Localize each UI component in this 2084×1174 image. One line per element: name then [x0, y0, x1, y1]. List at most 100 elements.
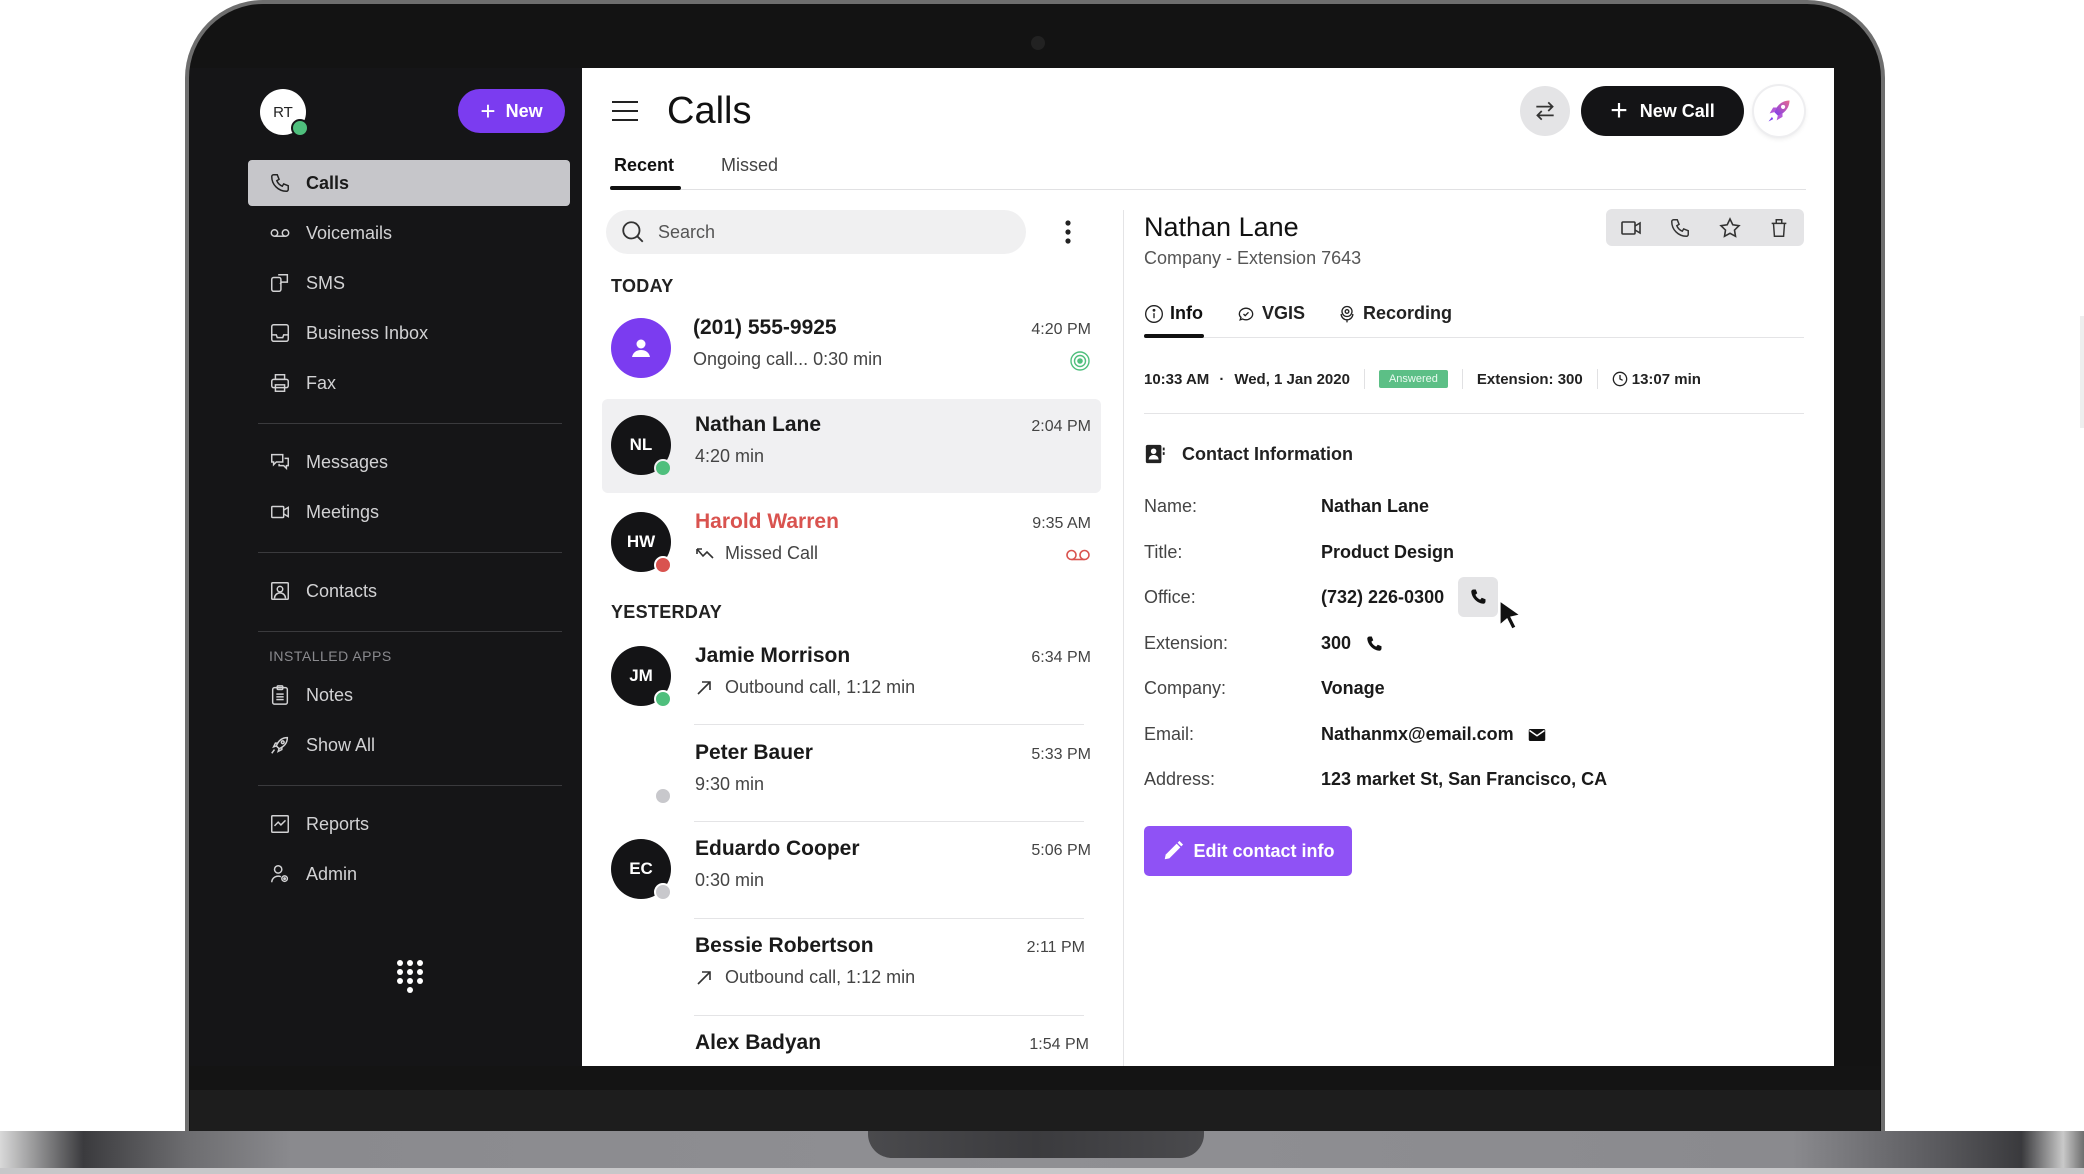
call-time: 2:11 PM [1026, 939, 1085, 956]
sidebar-item-sms[interactable]: SMS [248, 260, 570, 306]
call-list-item[interactable]: Bessie Robertson Outbound call, 1:12 min… [602, 920, 1101, 1014]
sidebar-item-admin[interactable]: Admin [248, 851, 570, 897]
caller-name: Nathan Lane [695, 413, 822, 436]
person-icon [632, 339, 650, 357]
sms-icon [268, 271, 292, 295]
user-avatar[interactable]: RT [260, 89, 309, 137]
call-list-item[interactable]: EC Eduardo Cooper 0:30 min 5:06 PM [602, 823, 1101, 917]
sidebar-item-show-all[interactable]: Show All [248, 722, 570, 768]
sidebar-item-voicemails[interactable]: Voicemails [248, 210, 570, 256]
sidebar-item-reports[interactable]: Reports [248, 801, 570, 847]
call-list-item[interactable]: JM Jamie Morrison Outbound call, 1:12 mi… [602, 630, 1101, 724]
sidebar-item-fax[interactable]: Fax [248, 360, 570, 406]
call-subtitle: 0:30 min [695, 870, 764, 891]
sidebar-item-label: Messages [306, 451, 389, 472]
status-dot-online [654, 459, 672, 477]
detail-tab-vgis[interactable]: VGIS [1236, 303, 1305, 324]
video-icon [268, 500, 292, 524]
call-time: 9:35 AM [1032, 515, 1091, 532]
sidebar-item-notes[interactable]: Notes [248, 672, 570, 718]
sidebar-item-label: Calls [306, 172, 350, 193]
page-scrollbar[interactable] [2080, 316, 2084, 428]
detail-tab-info[interactable]: Info [1144, 303, 1203, 324]
installed-apps-heading: INSTALLED APPS [269, 648, 392, 664]
phone-icon[interactable] [1365, 635, 1383, 653]
search-input[interactable] [656, 220, 1000, 244]
field-value-title: Product Design [1321, 542, 1454, 563]
sidebar-item-label: Voicemails [306, 222, 393, 243]
section-label-today: TODAY [611, 276, 674, 296]
meta-divider [1363, 369, 1365, 389]
tab-recent[interactable]: Recent [614, 155, 674, 176]
meta-divider-line [1144, 413, 1804, 414]
star-icon [1719, 216, 1741, 238]
swap-arrows-icon [1536, 101, 1554, 121]
phone-icon [1671, 218, 1690, 237]
call-subtitle: Outbound call, 1:12 min [695, 677, 915, 698]
call-time: 6:34 PM [1031, 649, 1091, 666]
tabs-divider [610, 189, 1806, 190]
call-list-item[interactable]: Peter Bauer 9:30 min 5:33 PM [602, 727, 1101, 821]
favorite-button[interactable] [1717, 215, 1743, 241]
call-list-item[interactable]: (201) 555-9925 Ongoing call... 0:30 min … [602, 302, 1101, 396]
trash-icon [1771, 218, 1787, 237]
call-office-button[interactable] [1458, 577, 1499, 617]
call-time: 5:33 PM [1031, 746, 1091, 763]
dialpad-icon[interactable] [396, 959, 424, 993]
meta-divider [1596, 369, 1598, 389]
new-call-button[interactable]: + New Call [1581, 86, 1744, 136]
phone-icon [268, 171, 292, 195]
field-value-extension: 300 [1321, 633, 1383, 654]
detail-tab-recording[interactable]: Recording [1337, 303, 1452, 324]
clipboard-icon [268, 683, 292, 707]
microphone-icon [1340, 305, 1354, 322]
caller-name: Harold Warren [695, 510, 839, 533]
list-detail-divider [1123, 210, 1124, 1066]
hamburger-menu-icon[interactable] [612, 100, 638, 122]
sidebar-item-meetings[interactable]: Meetings [248, 489, 570, 535]
printer-icon [268, 371, 292, 395]
contact-subtitle: Company - Extension 7643 [1144, 248, 1362, 268]
ongoing-call-icon [1070, 351, 1090, 371]
call-list-item[interactable]: HW Harold Warren Missed Call 9:35 AM [602, 496, 1101, 590]
sidebar-divider [258, 785, 562, 786]
tab-missed[interactable]: Missed [721, 155, 778, 176]
plus-icon: + [480, 96, 496, 126]
call-subtitle: 4:20 min [695, 446, 764, 467]
video-icon [1620, 220, 1641, 235]
call-subtitle-text: 4:20 min [695, 446, 765, 466]
transfer-button[interactable] [1520, 86, 1570, 136]
field-label-office: Office: [1144, 587, 1196, 607]
call-list-item[interactable]: Alex Badyan 1:54 PM [602, 1017, 1101, 1066]
delete-button[interactable] [1766, 215, 1792, 241]
new-button-label: New [505, 100, 543, 121]
sidebar-item-calls[interactable]: Calls [248, 160, 570, 206]
status-badge: Answered [1378, 370, 1448, 388]
sidebar-item-label: Business Inbox [306, 322, 429, 343]
video-call-button[interactable] [1618, 215, 1644, 241]
detail-tab-label: VGIS [1262, 303, 1306, 323]
call-subtitle-text: Missed Call [725, 543, 819, 563]
sidebar-item-messages[interactable]: Messages [248, 439, 570, 485]
sidebar-item-label: Contacts [306, 580, 378, 601]
outbound-arrow-icon [697, 680, 711, 695]
field-value-address: 123 market St, San Francisco, CA [1321, 769, 1607, 790]
new-call-label: New Call [1639, 100, 1715, 121]
rocket-icon [1768, 100, 1790, 122]
clock-icon [1612, 371, 1628, 387]
active-detail-tab-indicator [1144, 334, 1204, 338]
new-button[interactable]: + New [458, 89, 565, 133]
call-meta-duration: 13:07 min [1631, 370, 1701, 388]
sidebar-item-contacts[interactable]: Contacts [248, 568, 570, 614]
more-options-icon[interactable] [1058, 218, 1078, 246]
meta-divider [1461, 369, 1463, 389]
call-time: 4:20 PM [1031, 321, 1091, 338]
edit-contact-button[interactable]: Edit contact info [1144, 826, 1352, 876]
call-list-item-selected[interactable]: NL Nathan Lane 4:20 min 2:04 PM [602, 399, 1101, 493]
sidebar-item-business-inbox[interactable]: Business Inbox [248, 310, 570, 356]
mail-icon[interactable] [1528, 727, 1546, 743]
call-button[interactable] [1667, 215, 1693, 241]
apps-rocket-button[interactable] [1754, 86, 1804, 136]
status-dot-online [291, 119, 309, 137]
field-value-text: 123 market St, San Francisco, CA [1321, 769, 1608, 789]
